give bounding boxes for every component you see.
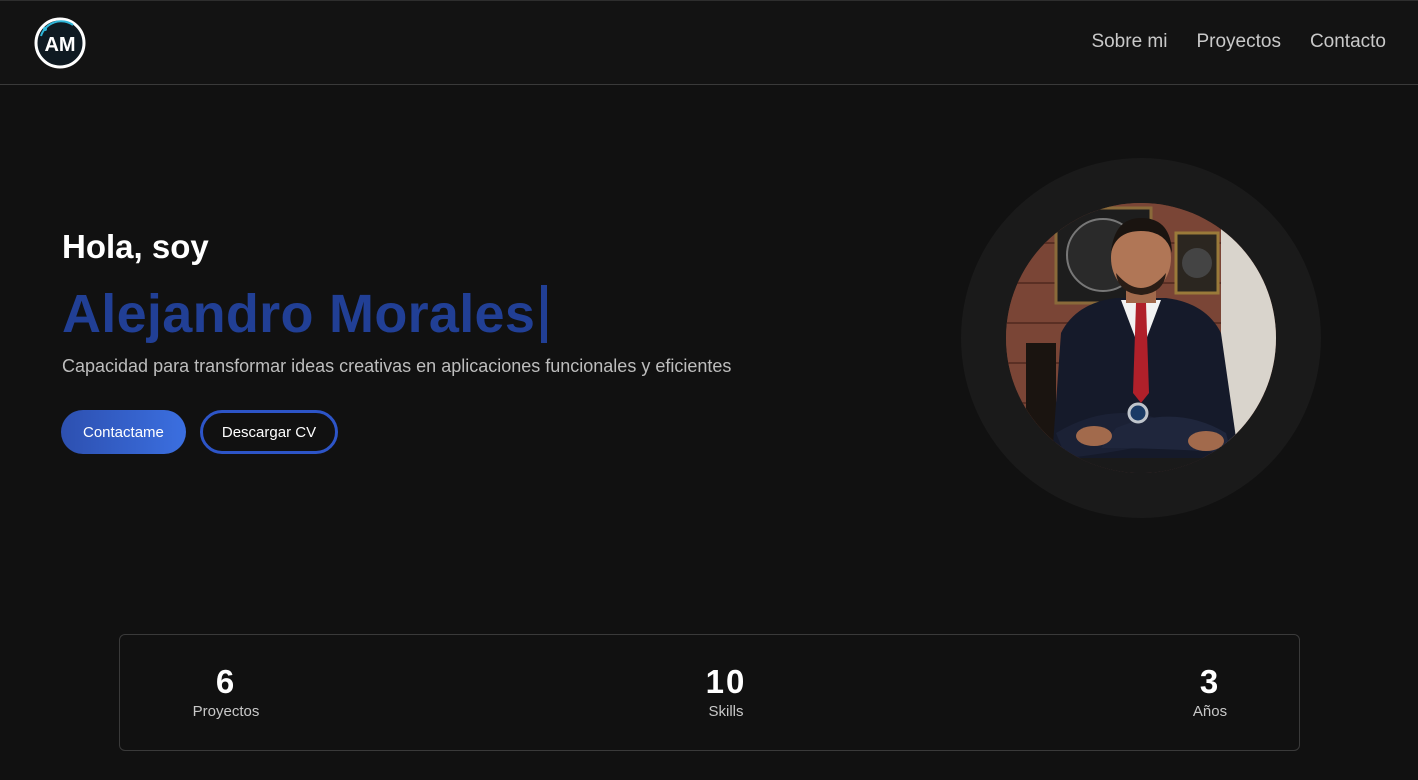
contact-button[interactable]: Contactame: [61, 410, 186, 454]
stat-years-label: Años: [1192, 703, 1228, 720]
nav-links: Sobre mi Proyectos Contacto: [1091, 31, 1386, 53]
hero-tagline: Capacidad para transformar ideas creativ…: [62, 356, 732, 376]
stat-years-value: 3: [1199, 663, 1221, 700]
nav-link-sobre-mi[interactable]: Sobre mi: [1091, 31, 1167, 53]
hero-section: Hola, soy Alejandro Morales Capacidad pa…: [62, 228, 882, 395]
stats-panel: 6 Proyectos 10 Skills 3 Años: [119, 634, 1300, 751]
nav-link-proyectos[interactable]: Proyectos: [1196, 31, 1280, 53]
nav-link-contacto[interactable]: Contacto: [1310, 31, 1386, 53]
hero-name: Alejandro Morales: [62, 284, 536, 344]
hero-greeting: Hola, soy: [62, 228, 209, 265]
navbar: AM Sobre mi Proyectos Contacto: [0, 0, 1418, 85]
stat-skills-label: Skills: [708, 703, 744, 720]
svg-text:AM: AM: [44, 34, 75, 56]
hero-name-line: Alejandro Morales: [62, 284, 882, 344]
stat-projects-value: 6: [215, 663, 237, 700]
stat-skills: 10 Skills: [656, 663, 796, 720]
hero-buttons: Contactame Descargar CV: [61, 410, 339, 454]
stat-projects-label: Proyectos: [192, 703, 260, 720]
stat-years: 3 Años: [1140, 663, 1280, 720]
stat-projects: 6 Proyectos: [156, 663, 296, 720]
logo-icon: AM: [34, 17, 86, 69]
stat-skills-value: 10: [705, 663, 747, 700]
profile-photo-illustration: [1006, 203, 1276, 473]
download-cv-button[interactable]: Descargar CV: [199, 410, 339, 454]
profile-photo-ring: [961, 158, 1321, 518]
profile-photo: [1006, 203, 1276, 473]
typing-cursor: [541, 285, 548, 343]
logo[interactable]: AM: [33, 16, 87, 70]
